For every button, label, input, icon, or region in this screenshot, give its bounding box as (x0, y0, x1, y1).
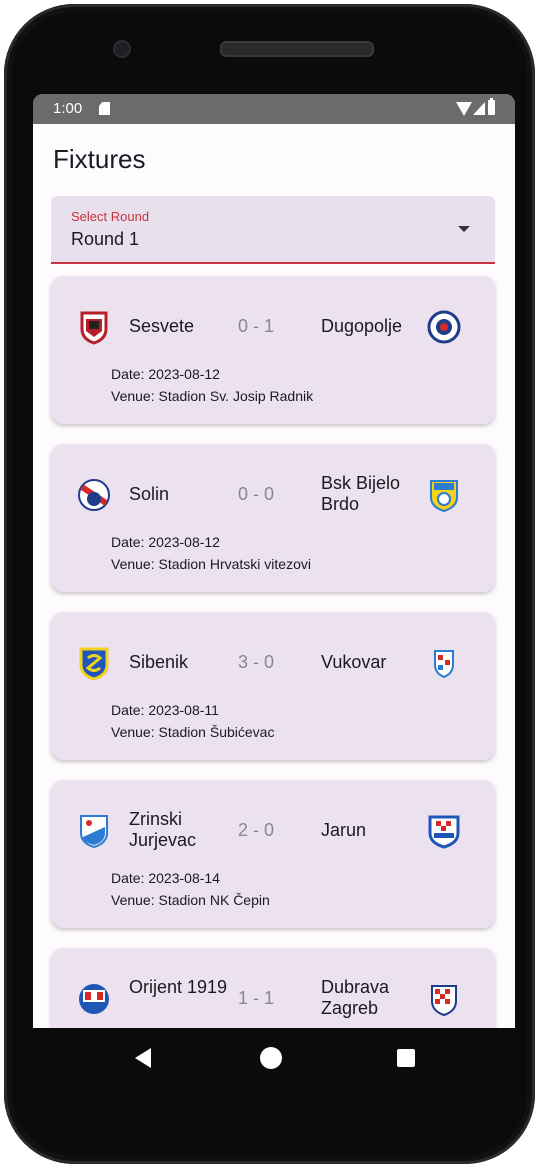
fixture-card[interactable]: Orijent 1919 1 - 1 Dubrava Zagreb (51, 948, 495, 1028)
recents-icon[interactable] (397, 1049, 415, 1067)
dugopolje-logo-icon (427, 310, 461, 344)
fixture-venue: Venue: Stadion NK Čepin (111, 892, 270, 908)
away-team-name: Dugopolje (321, 316, 403, 336)
away-team-name: Vukovar (321, 652, 387, 672)
home-icon[interactable] (260, 1047, 282, 1069)
speaker-grille (220, 41, 374, 57)
fixture-card[interactable]: Solin 0 - 0 Bsk Bijelo Brdo Date: 2023-0… (51, 444, 495, 592)
bsk-bijelo-brdo-logo-icon (430, 480, 458, 513)
sim-card-icon (99, 102, 110, 115)
wifi-icon (456, 102, 472, 116)
away-team-name: Jarun (321, 820, 367, 840)
app-screen: 1:00 Fixtures Select Round Round 1 Sesve… (33, 94, 515, 1028)
jarun-logo-icon (428, 815, 460, 849)
navigation-bar (4, 1028, 535, 1098)
home-team-name: Sibenik (129, 652, 189, 672)
fixture-date: Date: 2023-08-11 (111, 702, 219, 718)
fixture-venue: Venue: Stadion Hrvatski vitezovi (111, 556, 311, 572)
sesvete-logo-icon (80, 311, 108, 345)
match-score: 1 - 1 (237, 988, 275, 1008)
home-team-name: Solin (129, 484, 170, 504)
round-select-value[interactable]: Round 1 (71, 229, 139, 250)
fixture-date: Date: 2023-08-12 (111, 366, 220, 382)
orijent-1919-logo-icon (79, 984, 109, 1014)
match-score: 0 - 1 (237, 316, 275, 336)
status-bar: 1:00 (33, 94, 515, 124)
fixture-venue: Venue: Stadion Šubićevac (111, 724, 275, 740)
battery-icon (488, 98, 495, 115)
zrinski-jurjevac-logo-icon (80, 815, 108, 849)
signal-icon (473, 102, 485, 115)
home-team-name: Sesvete (129, 316, 195, 336)
sibenik-logo-icon (79, 647, 109, 681)
away-team-name: Bsk Bijelo Brdo (321, 473, 401, 514)
fixture-venue: Venue: Stadion Sv. Josip Radnik (111, 388, 314, 404)
match-score: 2 - 0 (237, 820, 275, 840)
home-team-name: Zrinski Jurjevac (129, 809, 197, 850)
match-score: 3 - 0 (237, 652, 275, 672)
solin-logo-icon (78, 479, 110, 511)
away-team-name: Dubrava Zagreb (321, 977, 390, 1018)
page-title: Fixtures (53, 144, 146, 174)
round-select-label: Select Round (71, 209, 150, 224)
status-time: 1:00 (53, 100, 83, 117)
fixture-card[interactable]: Sibenik 3 - 0 Vukovar Date: 2023-08-11 V… (51, 612, 495, 760)
dropdown-arrow-icon[interactable] (458, 226, 470, 232)
fixture-date: Date: 2023-08-12 (111, 534, 220, 550)
round-select[interactable]: Select Round Round 1 (51, 196, 495, 264)
fixture-date: Date: 2023-08-14 (111, 870, 220, 886)
back-icon[interactable] (135, 1048, 151, 1068)
fixture-card[interactable]: Zrinski Jurjevac 2 - 0 Jarun Date: 2023-… (51, 780, 495, 928)
dubrava-zagreb-logo-icon (431, 985, 457, 1017)
match-score: 0 - 0 (237, 484, 275, 504)
vukovar-logo-icon (434, 650, 454, 679)
camera-icon (113, 40, 131, 58)
home-team-name: Orijent 1919 (129, 977, 228, 997)
fixture-card[interactable]: Sesvete 0 - 1 Dugopolje Date: 2023-08-12… (51, 276, 495, 424)
